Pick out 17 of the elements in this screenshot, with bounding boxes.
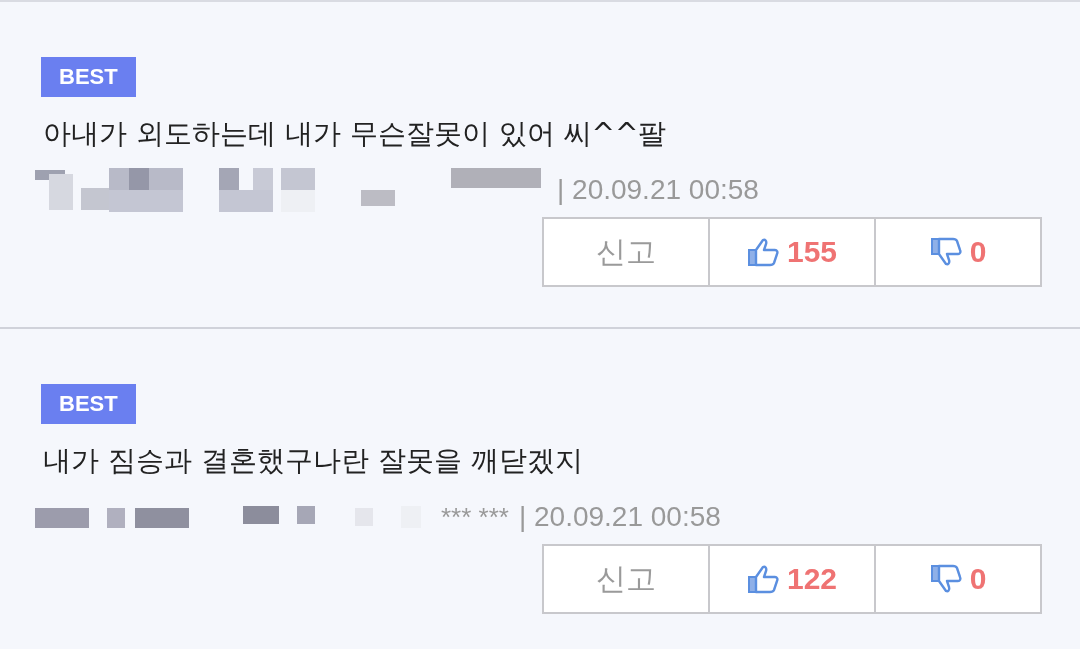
comment-date: | 20.09.21 00:58 <box>557 174 759 206</box>
comment-date: | 20.09.21 00:58 <box>518 501 721 533</box>
comment-text: 아내가 외도하는데 내가 무슨잘못이 있어 씨^^팔 <box>43 116 667 152</box>
report-button[interactable]: 신고 <box>542 544 710 614</box>
best-badge: BEST <box>41 384 136 424</box>
thumbs-down-icon <box>929 237 964 267</box>
like-button[interactable]: 122 <box>708 544 876 614</box>
thumbs-down-icon <box>929 564 964 594</box>
dislike-button[interactable]: 0 <box>874 217 1042 287</box>
report-button[interactable]: 신고 <box>542 217 710 287</box>
dislike-button[interactable]: 0 <box>874 544 1042 614</box>
best-badge: BEST <box>41 57 136 97</box>
thumbs-up-icon <box>746 237 781 267</box>
thumbs-up-icon <box>746 564 781 594</box>
author-name: *** *** <box>441 501 509 533</box>
comment-text: 내가 짐승과 결혼했구나란 잘못을 깨닫겠지 <box>43 443 583 479</box>
like-button[interactable]: 155 <box>708 217 876 287</box>
